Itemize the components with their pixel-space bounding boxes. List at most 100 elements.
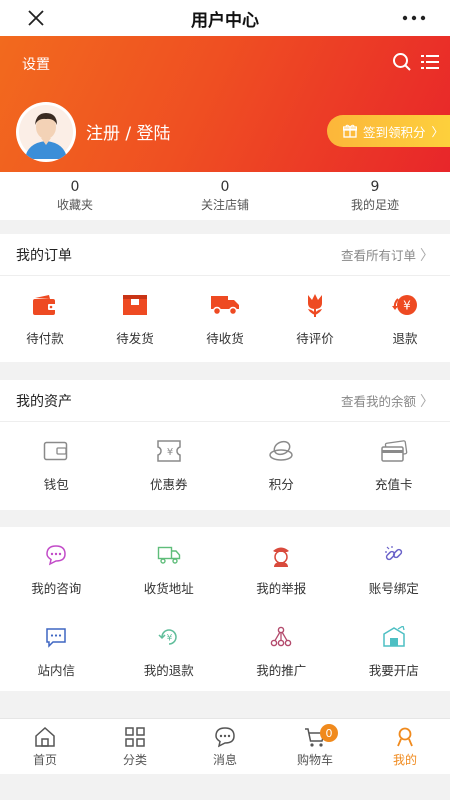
order-pending-payment[interactable]: 待付款 [0, 290, 90, 347]
orders-row: 待付款 待发货 待收货 待评价 ¥ 退款 [0, 276, 450, 360]
assets-title: 我的资产 [16, 393, 72, 410]
stats-bar: 0 收藏夹 0 关注店铺 9 我的足迹 [0, 172, 450, 220]
services-card: 我的咨询 收货地址 我的举报 账号绑定 站内信 ¥ 我的退款 我的推广 我要开店 [0, 527, 450, 691]
top-bar: 用户中心 [0, 0, 450, 36]
chevron-right-icon: 〉 [420, 393, 434, 410]
wallet-outline-icon [41, 436, 71, 466]
service-label: 账号绑定 [368, 580, 419, 596]
assets-header: 我的资产 查看我的余额 〉 [0, 380, 450, 422]
grid-icon [124, 726, 146, 748]
asset-label: 钱包 [43, 476, 69, 492]
assets-row: 钱包 ¥ 优惠券 积分 充值卡 [0, 422, 450, 506]
tab-label: 购物车 [296, 752, 333, 767]
officer-icon [266, 540, 296, 570]
service-account-binding[interactable]: 账号绑定 [338, 540, 450, 597]
box-icon [120, 290, 150, 320]
view-all-orders-label: 查看所有订单 [340, 248, 416, 263]
tab-mine[interactable]: 我的 [360, 719, 450, 774]
signin-label: 签到领积分 [363, 124, 426, 140]
gift-icon [343, 124, 357, 138]
tab-label: 消息 [212, 752, 237, 767]
asset-topup-card[interactable]: 充值卡 [338, 436, 450, 493]
wallet-icon [30, 290, 60, 320]
cart-count-badge: 0 [320, 724, 338, 742]
home-icon [34, 726, 56, 748]
tab-label: 我的 [392, 752, 417, 767]
tab-category[interactable]: 分类 [90, 719, 180, 774]
view-balance-link[interactable]: 查看我的余额 〉 [341, 391, 434, 411]
delivery-icon [154, 540, 184, 570]
coins-icon [266, 436, 296, 466]
asset-label: 充值卡 [374, 476, 413, 492]
coupon-icon: ¥ [154, 436, 184, 466]
order-pending-receipt[interactable]: 待收货 [180, 290, 270, 347]
order-label: 退款 [392, 330, 418, 346]
order-pending-shipment[interactable]: 待发货 [90, 290, 180, 347]
link-icon [379, 540, 409, 570]
asset-wallet[interactable]: 钱包 [0, 436, 113, 493]
service-my-refund[interactable]: ¥ 我的退款 [113, 622, 226, 679]
search-icon[interactable] [392, 52, 412, 72]
tab-label: 首页 [32, 752, 57, 767]
tab-home[interactable]: 首页 [0, 719, 90, 774]
stat-favorites[interactable]: 0 收藏夹 [0, 172, 150, 220]
orders-card: 我的订单 查看所有订单 〉 待付款 待发货 待收货 待评价 ¥ 退款 [0, 234, 450, 362]
service-report[interactable]: 我的举报 [225, 540, 338, 597]
refund-circle-icon: ¥ [154, 622, 184, 652]
message-icon [41, 622, 71, 652]
tab-messages[interactable]: 消息 [180, 719, 270, 774]
asset-points[interactable]: 积分 [225, 436, 338, 493]
stat-label: 关注店铺 [200, 198, 249, 212]
asset-coupon[interactable]: ¥ 优惠券 [113, 436, 226, 493]
assets-card: 我的资产 查看我的余额 〉 钱包 ¥ 优惠券 积分 充值卡 [0, 380, 450, 510]
page-title: 用户中心 [191, 10, 259, 31]
tab-label: 分类 [122, 752, 147, 767]
order-label: 待发货 [116, 330, 154, 346]
orders-header: 我的订单 查看所有订单 〉 [0, 234, 450, 276]
asset-label: 优惠券 [149, 476, 188, 492]
svg-text:¥: ¥ [403, 298, 411, 312]
truck-icon [210, 290, 240, 320]
login-register-link[interactable]: 注册 / 登陆 [86, 119, 171, 144]
service-label: 我要开店 [368, 662, 419, 678]
order-pending-review[interactable]: 待评价 [270, 290, 360, 347]
signin-points-button[interactable]: 签到领积分 〉 [327, 115, 450, 147]
service-address[interactable]: 收货地址 [113, 540, 226, 597]
shop-icon [379, 622, 409, 652]
view-all-orders-link[interactable]: 查看所有订单 〉 [341, 245, 434, 265]
order-label: 待付款 [26, 330, 64, 346]
service-promotion[interactable]: 我的推广 [225, 622, 338, 679]
service-label: 收货地址 [143, 580, 194, 596]
network-icon [266, 622, 296, 652]
stat-value: 9 [370, 179, 380, 195]
asset-label: 积分 [268, 476, 294, 492]
profile-header: 设置 注册 / 登陆 签到领积分 〉 [0, 36, 450, 172]
service-inbox[interactable]: 站内信 [0, 622, 113, 679]
order-refund[interactable]: ¥ 退款 [360, 290, 450, 347]
close-icon[interactable] [22, 4, 50, 32]
stat-footprints[interactable]: 9 我的足迹 [300, 172, 450, 220]
svg-text:¥: ¥ [167, 447, 173, 458]
chat-icon [214, 726, 236, 748]
bottom-tab-bar: 首页 分类 消息 0 购物车 我的 [0, 718, 450, 774]
service-open-shop[interactable]: 我要开店 [338, 622, 450, 679]
service-label: 我的退款 [143, 662, 194, 678]
tulip-icon [300, 290, 330, 320]
more-icon[interactable] [400, 6, 428, 30]
chat-icon [41, 540, 71, 570]
services-row-1: 我的咨询 收货地址 我的举报 账号绑定 [0, 527, 450, 609]
service-label: 我的举报 [256, 580, 307, 596]
stat-value: 0 [70, 179, 80, 195]
stat-followed-shops[interactable]: 0 关注店铺 [150, 172, 300, 220]
view-balance-label: 查看我的余额 [340, 394, 416, 409]
service-label: 我的推广 [256, 662, 307, 678]
avatar[interactable] [16, 102, 76, 162]
stat-label: 收藏夹 [56, 198, 93, 212]
tab-cart[interactable]: 0 购物车 [270, 719, 360, 774]
user-icon [394, 726, 416, 748]
services-row-2: 站内信 ¥ 我的退款 我的推广 我要开店 [0, 609, 450, 691]
settings-link[interactable]: 设置 [22, 54, 50, 74]
list-menu-icon[interactable] [420, 53, 440, 71]
svg-text:¥: ¥ [166, 633, 172, 643]
service-consult[interactable]: 我的咨询 [0, 540, 113, 597]
